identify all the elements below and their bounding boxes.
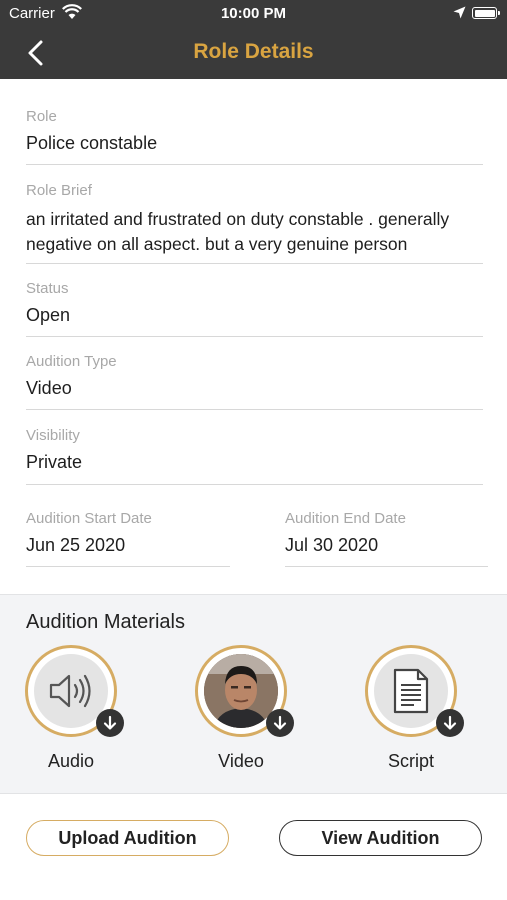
role-field: Role Police constable xyxy=(26,108,483,165)
script-ring xyxy=(365,645,464,737)
end-date-field: Audition End Date Jul 30 2020 xyxy=(285,510,488,567)
script-caption: Script xyxy=(387,751,434,771)
download-icon[interactable] xyxy=(96,709,124,737)
audio-material[interactable]: Audio xyxy=(1,645,141,772)
script-material[interactable]: Script xyxy=(341,645,481,772)
audition-type-field: Audition Type Video xyxy=(26,353,483,410)
video-material[interactable]: Video xyxy=(171,645,311,772)
visibility-field: Visibility Private xyxy=(26,427,483,485)
navigation-bar: Role Details xyxy=(0,28,507,79)
video-caption: Video xyxy=(218,751,264,771)
download-icon[interactable] xyxy=(266,709,294,737)
role-brief-label: Role Brief xyxy=(26,182,92,199)
audio-caption: Audio xyxy=(47,751,95,771)
clock: 10:00 PM xyxy=(220,5,287,22)
document-icon xyxy=(393,668,429,714)
role-brief-field: Role Brief an irritated and frustrated o… xyxy=(26,182,483,264)
role-value: Police constable xyxy=(26,133,158,153)
download-icon[interactable] xyxy=(436,709,464,737)
visibility-label: Visibility xyxy=(26,427,80,444)
status-bar: Carrier 10:00 PM xyxy=(0,0,507,28)
end-date-label: Audition End Date xyxy=(285,510,406,527)
visibility-value: Private xyxy=(26,452,83,472)
location-arrow-icon xyxy=(453,6,466,19)
status-label: Status xyxy=(26,280,69,297)
speaker-icon xyxy=(49,674,91,708)
audition-materials-section: Audition Materials Audio Video Script xyxy=(0,594,507,794)
audition-materials-heading: Audition Materials xyxy=(26,611,185,633)
role-brief-value: an irritated and frustrated on duty cons… xyxy=(26,209,450,254)
start-date-field: Audition Start Date Jun 25 2020 xyxy=(26,510,230,567)
role-label: Role xyxy=(26,108,57,125)
status-field: Status Open xyxy=(26,280,483,337)
battery-icon xyxy=(472,7,500,19)
start-date-value: Jun 25 2020 xyxy=(26,535,126,555)
status-value: Open xyxy=(26,305,71,325)
end-date-value: Jul 30 2020 xyxy=(285,535,379,555)
start-date-label: Audition Start Date xyxy=(26,510,152,527)
video-ring xyxy=(195,645,294,737)
audition-type-value: Video xyxy=(26,378,72,398)
upload-audition-button[interactable]: Upload Audition xyxy=(26,820,229,856)
audio-ring xyxy=(25,645,124,737)
audition-type-label: Audition Type xyxy=(26,353,117,370)
view-audition-button[interactable]: View Audition xyxy=(279,820,482,856)
page-title: Role Details xyxy=(193,40,314,63)
